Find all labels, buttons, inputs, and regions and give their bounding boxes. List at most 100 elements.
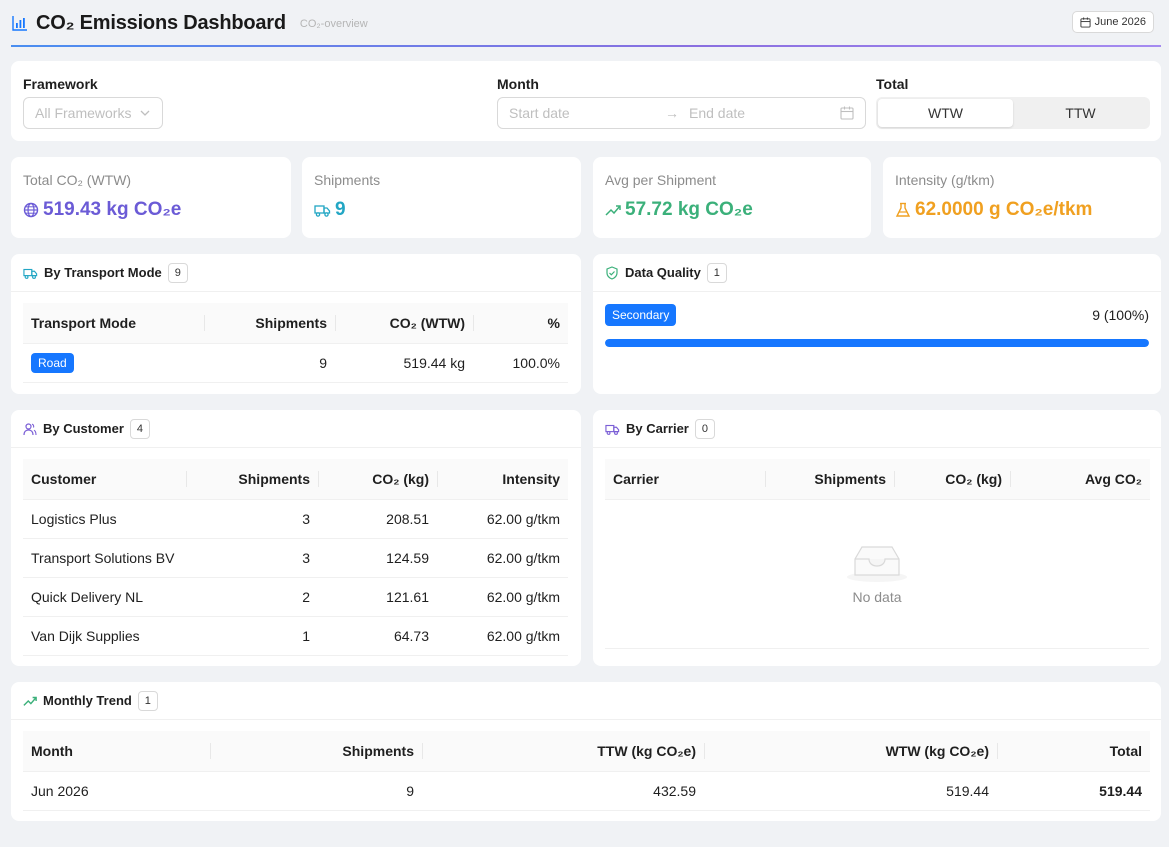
transport-table: Transport Mode Shipments CO₂ (WTW) % Roa… xyxy=(23,303,568,383)
percent-cell: 100.0% xyxy=(473,343,568,383)
co2-cell: 124.59 xyxy=(318,538,437,578)
count-badge: 4 xyxy=(129,418,150,439)
intensity-cell: 62.00 g/tkm xyxy=(437,499,568,539)
co2-cell: 519.44 kg xyxy=(335,343,473,383)
stat-label: Intensity (g/tkm) xyxy=(895,172,995,188)
calendar-icon xyxy=(1080,16,1091,28)
panel-title: By Carrier xyxy=(626,421,689,436)
arrow-right-icon: → xyxy=(665,105,679,121)
total-label: Total xyxy=(876,76,909,92)
transport-mode-tag: Road xyxy=(31,352,74,373)
stat-label: Total CO₂ (WTW) xyxy=(23,172,132,188)
framework-label: Framework xyxy=(23,76,98,92)
stat-value: 519.43 kg CO₂e xyxy=(43,199,182,220)
table-row: Logistics Plus 3 208.51 62.00 g/tkm xyxy=(23,499,568,539)
shipments-cell: 2 xyxy=(186,577,318,617)
date-badge[interactable]: June 2026 xyxy=(1071,11,1154,33)
carrier-panel: By Carrier 0 Carrier Shipments CO₂ (kg) … xyxy=(593,410,1161,666)
co2-cell: 121.61 xyxy=(318,577,437,617)
shipments-cell: 9 xyxy=(204,343,335,383)
table-row: Quick Delivery NL 2 121.61 62.00 g/tkm xyxy=(23,577,568,617)
wtw-cell: 519.44 xyxy=(704,771,997,811)
customer-panel: By Customer 4 Customer Shipments CO₂ (kg… xyxy=(11,410,581,666)
framework-placeholder: All Frameworks xyxy=(35,105,132,121)
shipments-cell: 3 xyxy=(186,499,318,539)
column-header[interactable]: Shipments xyxy=(210,731,422,772)
panel-header: Data Quality 1 xyxy=(593,254,1161,292)
date-badge-label: June 2026 xyxy=(1094,16,1146,28)
segment-wtw[interactable]: WTW xyxy=(878,99,1013,127)
customer-name-cell: Transport Solutions BV xyxy=(23,538,186,578)
page-title: CO₂ Emissions Dashboard xyxy=(36,11,286,34)
count-badge: 9 xyxy=(167,262,188,283)
month-cell: Jun 2026 xyxy=(23,771,210,811)
segment-ttw[interactable]: TTW xyxy=(1013,99,1148,127)
column-header[interactable]: Total xyxy=(997,731,1150,772)
panel-title: Monthly Trend xyxy=(43,693,132,708)
empty-inbox-icon xyxy=(847,546,907,582)
column-header[interactable]: Month xyxy=(23,731,210,772)
bar-chart-icon xyxy=(12,16,27,31)
column-header[interactable]: WTW (kg CO₂e) xyxy=(704,731,997,772)
column-header[interactable]: Shipments xyxy=(765,459,894,500)
stat-value: 62.0000 g CO₂e/tkm xyxy=(915,199,1093,220)
truck-icon xyxy=(23,268,38,279)
count-badge: 0 xyxy=(694,418,715,439)
stat-label: Avg per Shipment xyxy=(605,172,717,188)
column-header[interactable]: CO₂ (kg) xyxy=(318,459,437,500)
users-icon xyxy=(23,422,37,435)
table-row: Van Dijk Supplies 1 64.73 62.00 g/tkm xyxy=(23,616,568,656)
panel-title: By Transport Mode xyxy=(44,265,162,280)
column-header[interactable]: TTW (kg CO₂e) xyxy=(422,731,704,772)
customer-name-cell: Quick Delivery NL xyxy=(23,577,186,617)
calendar-icon xyxy=(840,106,854,120)
column-header[interactable]: CO₂ (kg) xyxy=(894,459,1010,500)
panel-header: By Carrier 0 xyxy=(593,410,1161,448)
column-header[interactable]: Carrier xyxy=(605,459,765,500)
stat-label: Shipments xyxy=(314,172,381,188)
column-header[interactable]: Customer xyxy=(23,459,186,500)
stat-value: 57.72 kg CO₂e xyxy=(625,199,753,220)
empty-state-text: No data xyxy=(852,589,902,605)
column-header[interactable]: CO₂ (WTW) xyxy=(335,303,473,344)
monthly-trend-table: Month Shipments TTW (kg CO₂e) WTW (kg CO… xyxy=(23,731,1150,811)
quality-progress-bar xyxy=(605,339,1149,347)
empty-state: No data xyxy=(605,498,1149,649)
count-badge: 1 xyxy=(706,262,727,283)
intensity-cell: 62.00 g/tkm xyxy=(437,538,568,578)
month-range-picker[interactable]: Start date → End date xyxy=(497,97,866,129)
carrier-table: Carrier Shipments CO₂ (kg) Avg CO₂ xyxy=(605,459,1150,500)
panel-header: By Customer 4 xyxy=(11,410,581,448)
table-row: Road 9 519.44 kg 100.0% xyxy=(23,343,568,383)
column-header[interactable]: Avg CO₂ xyxy=(1010,459,1150,500)
co2-cell: 64.73 xyxy=(318,616,437,656)
ttw-cell: 432.59 xyxy=(422,771,704,811)
intensity-cell: 62.00 g/tkm xyxy=(437,616,568,656)
flask-icon xyxy=(895,202,911,217)
customer-name-cell: Logistics Plus xyxy=(23,499,186,539)
count-badge: 1 xyxy=(137,690,158,711)
transport-mode-panel: By Transport Mode 9 Transport Mode Shipm… xyxy=(11,254,581,394)
end-date-input[interactable]: End date xyxy=(689,105,840,121)
column-header[interactable]: Transport Mode xyxy=(23,303,204,344)
data-quality-panel: Data Quality 1 Secondary 9 (100%) xyxy=(593,254,1161,394)
column-header[interactable]: Shipments xyxy=(204,303,335,344)
table-row: Jun 2026 9 432.59 519.44 519.44 xyxy=(23,771,1150,811)
quality-progress-fill xyxy=(605,339,1149,347)
page-subtitle: CO₂-overview xyxy=(299,18,368,30)
panel-header: Monthly Trend 1 xyxy=(11,682,1161,720)
column-header[interactable]: Shipments xyxy=(186,459,318,500)
header-divider xyxy=(11,45,1161,47)
start-date-input[interactable]: Start date xyxy=(509,105,665,121)
truck-icon xyxy=(605,424,620,435)
column-header[interactable]: % xyxy=(473,303,568,344)
shipments-cell: 3 xyxy=(186,538,318,578)
page-header: CO₂ Emissions Dashboard CO₂-overview Jun… xyxy=(0,0,1169,46)
panel-header: By Transport Mode 9 xyxy=(11,254,581,292)
intensity-cell: 62.00 g/tkm xyxy=(437,577,568,617)
framework-select[interactable]: All Frameworks xyxy=(23,97,163,129)
column-header[interactable]: Intensity xyxy=(437,459,568,500)
panel-title: By Customer xyxy=(43,421,124,436)
total-segmented-control: WTW TTW xyxy=(876,97,1150,129)
truck-icon xyxy=(314,205,331,217)
